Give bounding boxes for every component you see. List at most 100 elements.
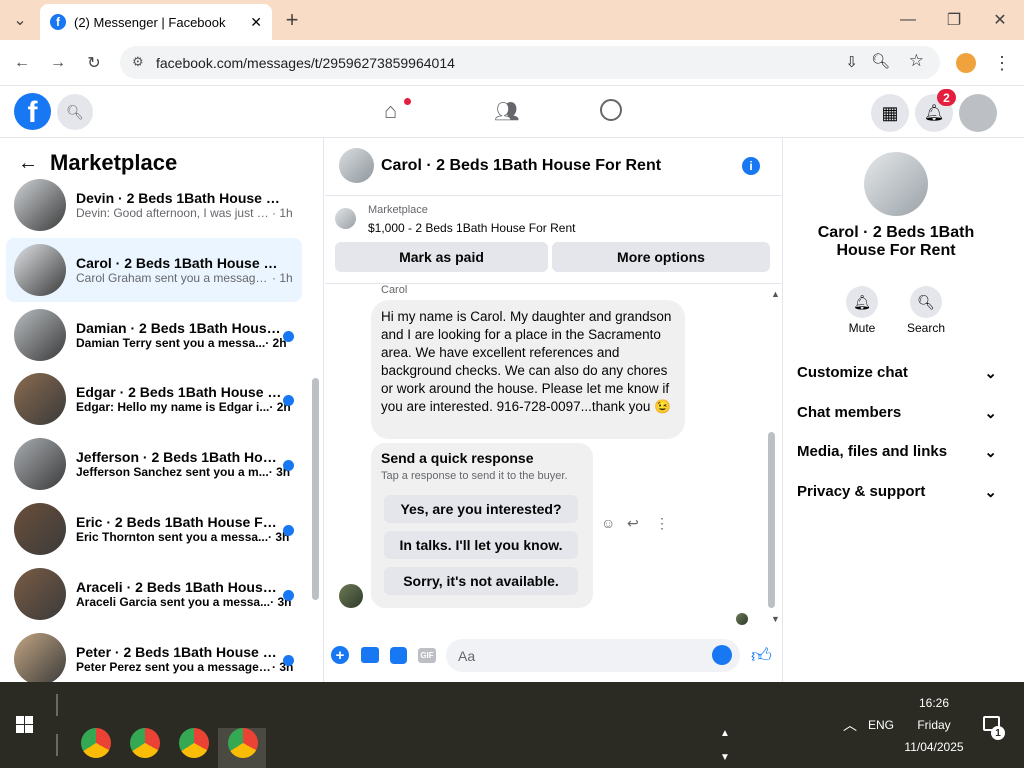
chrome-taskbar-icon[interactable]	[81, 728, 111, 758]
hidden-icons-chevron-icon[interactable]: ︿	[843, 715, 857, 735]
avatar	[14, 567, 66, 620]
message-composer-input[interactable]: Aa	[446, 639, 740, 672]
close-window-icon[interactable]: ✕	[986, 6, 1014, 34]
menu-grid-icon[interactable]: ▦	[871, 94, 909, 132]
quick-reply-button[interactable]: Yes, are you interested?	[384, 495, 578, 523]
section-label: Customize chat	[797, 364, 908, 381]
reply-icon[interactable]: ↩	[627, 515, 639, 532]
home-notification-dot	[404, 98, 411, 105]
back-arrow-icon[interactable]: ←	[8, 49, 36, 77]
clock-time[interactable]: 16:26	[890, 696, 978, 710]
listing-detail[interactable]: $1,000 - 2 Beds 1Bath House For Rent	[368, 221, 575, 235]
like-thumb-icon[interactable]: 👍︎	[751, 644, 772, 668]
conversation-preview-row: Devin: Good afternoon, I was just w... · …	[76, 206, 302, 220]
conversation-item[interactable]: Jefferson · 2 Beds 1Bath Hous... Jefferso…	[6, 432, 302, 496]
windows-start-icon[interactable]	[16, 716, 33, 733]
mute-bell-icon[interactable]: 🔔︎	[846, 286, 878, 318]
privacy-support-section[interactable]: Privacy & support ⌄	[797, 483, 997, 501]
scroll-down-arrow-icon[interactable]: ▼	[720, 752, 730, 763]
search-label[interactable]: Search	[899, 321, 953, 335]
conversation-item[interactable]: Devin · 2 Beds 1Bath House For ... Devin:…	[6, 173, 302, 237]
conversation-item[interactable]: Carol · 2 Beds 1Bath House For ... Carol …	[6, 237, 302, 302]
back-arrow-icon[interactable]: ←	[18, 152, 38, 175]
listing-label: Marketplace	[368, 204, 428, 216]
account-avatar[interactable]	[959, 94, 997, 132]
browser-tab-strip: ⌄ f (2) Messenger | Facebook ✕ + — ❐ ✕	[0, 0, 1024, 40]
search-icon[interactable]: 🔍︎	[57, 94, 93, 130]
chrome-taskbar-icon[interactable]	[179, 728, 209, 758]
section-label: Privacy & support	[797, 483, 926, 500]
groups-icon[interactable]	[600, 99, 622, 121]
conversation-preview-row: Peter Perez sent you a message ... · 3h	[76, 660, 302, 674]
friends-icon[interactable]: 👥︎	[494, 99, 519, 124]
conversation-preview: Damian Terry sent you a messa...	[76, 335, 266, 350]
react-emoji-icon[interactable]: ☺	[601, 515, 615, 531]
chat-scrollbar[interactable]	[768, 432, 775, 608]
minimize-window-icon[interactable]: —	[894, 6, 922, 34]
reload-icon[interactable]: ↻	[80, 49, 108, 77]
media-files-section[interactable]: Media, files and links ⌄	[797, 443, 997, 461]
chat-avatar[interactable]	[339, 148, 374, 183]
sender-avatar[interactable]	[339, 584, 363, 608]
site-info-icon[interactable]: ⚙	[132, 54, 144, 70]
info-icon[interactable]: i	[742, 157, 760, 175]
conversation-item[interactable]: Araceli · 2 Beds 1Bath House F... Araceli…	[6, 562, 302, 626]
tab-search-chevron-icon[interactable]: ⌄	[6, 6, 34, 34]
tab-title: (2) Messenger | Facebook	[74, 14, 226, 30]
conversation-item[interactable]: Eric · 2 Beds 1Bath House For ... Eric Th…	[6, 497, 302, 561]
emoji-picker-icon[interactable]	[712, 645, 732, 665]
home-icon[interactable]: ⌂	[384, 98, 397, 124]
mark-as-paid-button[interactable]: Mark as paid	[335, 242, 548, 272]
conversation-scrollbar[interactable]	[312, 378, 319, 600]
message-bubble[interactable]: Hi my name is Carol. My daughter and gra…	[371, 300, 685, 439]
unread-dot	[283, 589, 294, 601]
scroll-up-arrow-icon[interactable]: ▲	[720, 728, 730, 739]
gif-icon[interactable]: GIF	[418, 648, 436, 663]
close-tab-icon[interactable]: ✕	[250, 14, 262, 31]
conversation-item[interactable]: Peter · 2 Beds 1Bath House For... Peter P…	[6, 627, 302, 682]
more-actions-icon[interactable]: ⋮	[655, 515, 669, 532]
quick-reply-button[interactable]: Sorry, it's not available.	[384, 567, 578, 595]
install-app-icon[interactable]: ⇩	[845, 53, 858, 71]
forward-arrow-icon[interactable]: →	[44, 49, 72, 77]
sticker-icon[interactable]	[390, 647, 407, 664]
profile-avatar[interactable]	[864, 152, 928, 216]
customize-chat-section[interactable]: Customize chat ⌄	[797, 364, 997, 382]
quick-response-subtitle: Tap a response to send it to the buyer.	[381, 470, 568, 482]
bookmark-star-icon[interactable]: ☆	[909, 51, 924, 71]
search-icon[interactable]: 🔍︎	[910, 286, 942, 318]
conversation-preview-row: Eric Thornton sent you a messa... · 3h	[76, 530, 302, 544]
chrome-taskbar-icon[interactable]	[130, 728, 160, 758]
quick-reply-button[interactable]: In talks. I'll let you know.	[384, 531, 578, 559]
scroll-up-arrow-icon[interactable]: ▲	[771, 289, 780, 299]
profile-avatar-icon[interactable]	[956, 53, 976, 73]
conversation-item[interactable]: Edgar · 2 Beds 1Bath House Fo... Edgar: H…	[6, 367, 302, 431]
scroll-down-arrow-icon[interactable]: ▼	[771, 614, 780, 624]
notification-badge: 2	[937, 89, 956, 106]
conversation-item[interactable]: Damian · 2 Beds 1Bath House ... Damian Te…	[6, 303, 302, 367]
photo-icon[interactable]	[361, 647, 379, 663]
avatar	[14, 308, 66, 361]
chevron-down-icon: ⌄	[984, 365, 997, 382]
address-bar[interactable]: ⚙ facebook.com/messages/t/29596273859964…	[120, 46, 940, 79]
chat-members-section[interactable]: Chat members ⌄	[797, 404, 997, 422]
facebook-logo-icon[interactable]: f	[14, 93, 51, 130]
listing-thumbnail[interactable]	[335, 208, 356, 229]
chrome-taskbar-icon[interactable]	[228, 728, 258, 758]
zoom-icon[interactable]: 🔍︎	[871, 52, 890, 70]
message-sender: Carol	[381, 284, 408, 296]
clock-day[interactable]: Friday	[890, 718, 978, 732]
clock-date[interactable]: 11/04/2025	[890, 740, 978, 754]
new-tab-plus-icon[interactable]: +	[278, 6, 306, 34]
more-options-button[interactable]: More options	[552, 242, 770, 272]
mute-label[interactable]: Mute	[835, 321, 889, 335]
add-plus-icon[interactable]: +	[331, 646, 349, 664]
browser-menu-icon[interactable]: ⋮	[988, 49, 1016, 77]
conversation-text: Jefferson · 2 Beds 1Bath Hous... Jefferso…	[76, 449, 302, 479]
facebook-header: f 🔍︎ ⌂ 👥︎ ▦ 🔔︎ 2	[0, 86, 1024, 138]
avatar	[14, 438, 66, 491]
profile-name: Carol · 2 Beds 1Bath House For Rent	[817, 224, 975, 259]
browser-tab[interactable]: f (2) Messenger | Facebook ✕	[40, 4, 272, 40]
restore-window-icon[interactable]: ❐	[940, 6, 968, 34]
conversation-preview: Edgar: Hello my name is Edgar i...	[76, 400, 270, 415]
